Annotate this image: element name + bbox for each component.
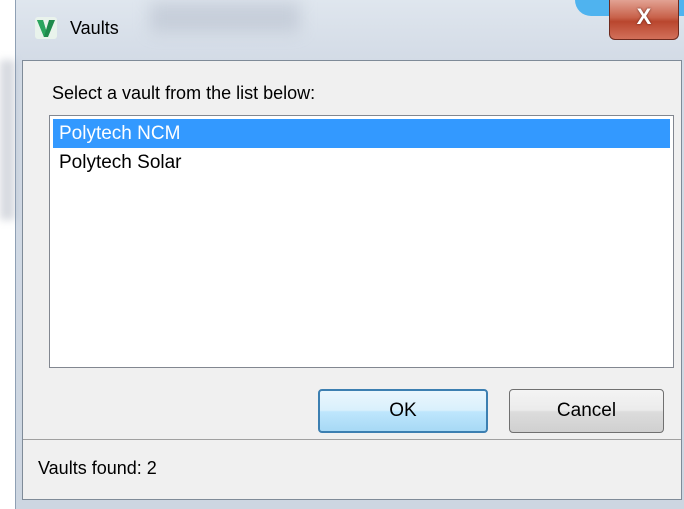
- background-window-edge: [0, 60, 15, 220]
- close-icon: X: [636, 4, 652, 29]
- ok-button[interactable]: OK: [318, 389, 488, 433]
- dialog-client-area: Select a vault from the list below: Poly…: [22, 60, 682, 500]
- status-bar: Vaults found: 2: [23, 440, 681, 499]
- close-button[interactable]: X: [609, 0, 679, 40]
- vaults-found-status: Vaults found: 2: [38, 458, 157, 478]
- instruction-label: Select a vault from the list below:: [52, 83, 316, 103]
- window-title: Vaults: [70, 18, 119, 38]
- vault-list-item-selected[interactable]: Polytech NCM: [53, 119, 670, 148]
- title-bar[interactable]: Vaults X: [15, 0, 684, 60]
- vault-listbox[interactable]: Polytech NCM Polytech Solar: [49, 115, 674, 368]
- screen: Vaults X Select a vault from the list be…: [0, 0, 684, 509]
- cancel-button[interactable]: Cancel: [509, 389, 664, 433]
- v-logo-icon: [35, 17, 57, 39]
- vault-list-item[interactable]: Polytech Solar: [53, 148, 670, 177]
